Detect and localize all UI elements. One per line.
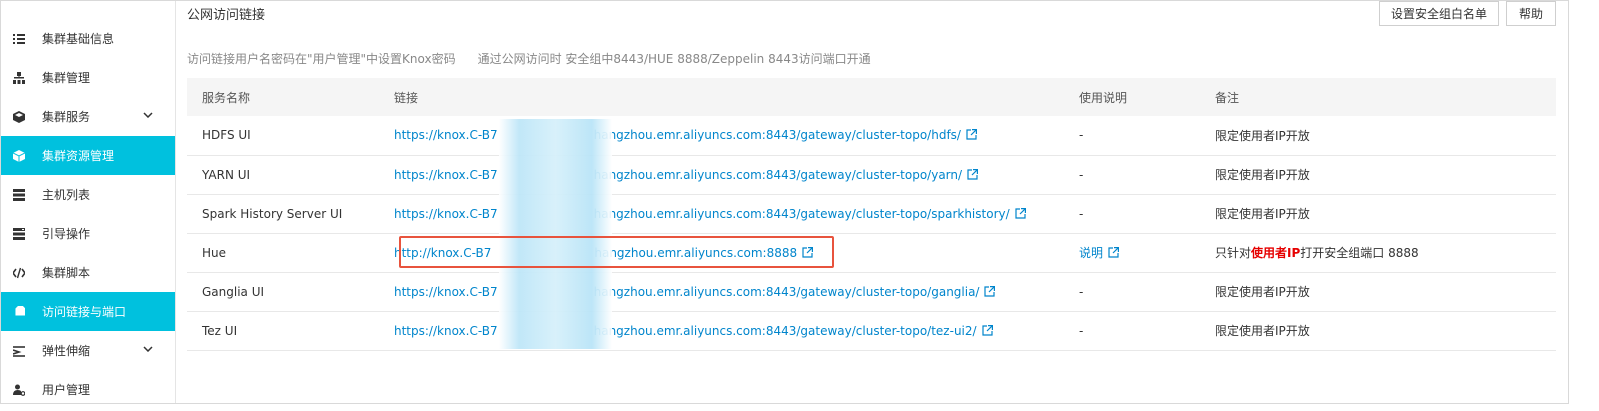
- hierarchy-icon: [12, 71, 26, 85]
- page-title: 公网访问链接: [187, 8, 266, 23]
- external-link-icon[interactable]: [967, 168, 979, 180]
- help-button[interactable]: 帮助: [1506, 1, 1556, 26]
- knox-password-note: 访问链接用户名密码在"用户管理"中设置Knox密码: [187, 52, 456, 66]
- sidebar-item-cluster-scripts[interactable]: 集群脚本: [1, 253, 175, 292]
- port-note: 通过公网访问时 安全组中8443/HUE 8888/Zeppelin 8443访…: [477, 52, 871, 66]
- service-name: HDFS UI: [187, 116, 394, 156]
- sidebar-item-label: 集群资源管理: [42, 149, 115, 163]
- sidebar-item-label: 集群脚本: [42, 266, 91, 280]
- list-icon: [12, 32, 26, 46]
- usage-cell: -: [1079, 194, 1215, 234]
- highlight-box: [399, 236, 834, 268]
- access-links-table: 服务名称 链接 使用说明 备注 HDFS UI https://knox.C-B…: [187, 78, 1556, 351]
- sidebar-item-label: 弹性伸缩: [42, 344, 91, 358]
- service-name: Tez UI: [187, 311, 394, 351]
- external-link-icon[interactable]: [966, 129, 977, 140]
- column-header-usage: 使用说明: [1079, 78, 1215, 116]
- table-row: HDFS UI https://knox.C-B7 hangzhou.emr.al…: [187, 116, 1556, 156]
- external-link-icon[interactable]: [1108, 247, 1120, 258]
- external-link-icon[interactable]: [1015, 207, 1026, 219]
- sidebar-item-label: 主机列表: [42, 188, 91, 202]
- usage-link[interactable]: 说明: [1079, 246, 1103, 260]
- link-suffix: hangzhou.emr.aliyuncs.com:8443/gateway/c…: [593, 323, 977, 338]
- link-suffix: hangzhou.emr.aliyuncs.com:8443/gateway/c…: [593, 167, 963, 182]
- sidebar-item-cluster-services[interactable]: 集群服务: [1, 97, 175, 136]
- note-cell: 限定使用者IP开放: [1215, 116, 1556, 156]
- link-suffix: hangzhou.emr.aliyuncs.com:8443/gateway/c…: [593, 128, 961, 143]
- note-cell: 限定使用者IP开放: [1215, 311, 1556, 351]
- user-gear-icon: [12, 383, 26, 397]
- usage-cell: -: [1079, 116, 1215, 156]
- usage-cell: -: [1079, 155, 1215, 195]
- chevron-down-icon[interactable]: [143, 110, 153, 120]
- note-cell: 限定使用者IP开放: [1215, 272, 1556, 312]
- access-notice: 访问链接用户名密码在"用户管理"中设置Knox密码 通过公网访问时 安全组中844…: [187, 50, 871, 67]
- note-emphasis: 使用者IP: [1251, 246, 1301, 260]
- service-name: Spark History Server UI: [187, 194, 394, 234]
- usage-cell: -: [1079, 311, 1215, 351]
- sidebar-item-label: 集群服务: [42, 110, 91, 124]
- link-prefix: https://knox.C-B7: [394, 206, 498, 221]
- column-header-note: 备注: [1215, 78, 1556, 116]
- sidebar-item-label: 访问链接与端口: [42, 305, 127, 319]
- main-content: 公网访问链接 设置安全组白名单 帮助 访问链接用户名密码在"用户管理"中设置Kn…: [176, 1, 1568, 403]
- sidebar-item-label: 集群基础信息: [42, 32, 115, 46]
- table-row: Spark History Server UI https://knox.C-B…: [187, 194, 1556, 234]
- link-suffix: hangzhou.emr.aliyuncs.com:8443/gateway/c…: [593, 206, 1010, 221]
- server-icon: [12, 188, 26, 202]
- sidebar-item-host-list[interactable]: 主机列表: [1, 175, 175, 214]
- service-name: Hue: [187, 233, 394, 273]
- link-prefix: https://knox.C-B7: [394, 167, 498, 182]
- redaction-blur: [499, 119, 612, 349]
- service-name: YARN UI: [187, 155, 394, 195]
- sidebar-item-cluster-management[interactable]: 集群管理: [1, 58, 175, 97]
- sidebar-item-user-management[interactable]: 用户管理: [1, 370, 175, 403]
- column-header-link: 链接: [394, 78, 1079, 116]
- sidebar-item-label: 集群管理: [42, 71, 91, 85]
- column-header-service-name: 服务名称: [187, 78, 394, 116]
- link-prefix: https://knox.C-B7: [394, 284, 498, 299]
- service-link[interactable]: https://knox.C-B7 hangzhou.emr.aliyuncs.c…: [394, 285, 979, 299]
- sidebar-item-label: 用户管理: [42, 383, 91, 397]
- code-icon: [12, 266, 26, 280]
- scale-icon: [12, 344, 26, 358]
- sidebar-item-bootstrap[interactable]: 引导操作: [1, 214, 175, 253]
- link-suffix: hangzhou.emr.aliyuncs.com:8443/gateway/c…: [593, 284, 980, 299]
- note-prefix: 只针对: [1215, 246, 1252, 260]
- link-prefix: https://knox.C-B7: [394, 323, 498, 338]
- service-link[interactable]: https://knox.C-B7 hangzhou.emr.aliyuncs.c…: [394, 324, 977, 338]
- sidebar: 集群基础信息 集群管理 集群服务 集群资源管理 主机列表 引导操作 集群脚本 访…: [1, 1, 176, 403]
- tag-icon: [12, 305, 26, 319]
- note-cell: 限定使用者IP开放: [1215, 194, 1556, 234]
- table-row: Ganglia UI https://knox.C-B7 hangzhou.emr…: [187, 272, 1556, 312]
- table-header-row: 服务名称 链接 使用说明 备注: [187, 78, 1556, 116]
- table-row: Tez UI https://knox.C-B7 hangzhou.emr.ali…: [187, 311, 1556, 351]
- service-link[interactable]: https://knox.C-B7 hangzhou.emr.aliyuncs.c…: [394, 168, 962, 182]
- service-name: Ganglia UI: [187, 272, 394, 312]
- sidebar-item-access-links[interactable]: 访问链接与端口: [1, 292, 175, 331]
- box-icon: [12, 149, 26, 163]
- sidebar-item-auto-scaling[interactable]: 弹性伸缩: [1, 331, 175, 370]
- usage-cell: -: [1079, 272, 1215, 312]
- app-window: 集群基础信息 集群管理 集群服务 集群资源管理 主机列表 引导操作 集群脚本 访…: [0, 0, 1569, 404]
- set-security-whitelist-button[interactable]: 设置安全组白名单: [1379, 1, 1499, 26]
- note-suffix: 打开安全组端口 8888: [1300, 246, 1419, 260]
- sidebar-item-resource-management[interactable]: 集群资源管理: [1, 136, 175, 175]
- note-cell: 只针对使用者IP打开安全组端口 8888: [1215, 233, 1556, 273]
- chevron-down-icon[interactable]: [143, 344, 153, 354]
- service-link[interactable]: https://knox.C-B7 hangzhou.emr.aliyuncs.c…: [394, 207, 1010, 221]
- external-link-icon[interactable]: [981, 324, 993, 336]
- service-link[interactable]: https://knox.C-B7 hangzhou.emr.aliyuncs.c…: [394, 128, 961, 142]
- note-cell: 限定使用者IP开放: [1215, 155, 1556, 195]
- link-prefix: https://knox.C-B7: [394, 128, 498, 143]
- table-row: Hue http://knox.C-B7 hangzhou.emr.aliyunc…: [187, 233, 1556, 273]
- table-row: YARN UI https://knox.C-B7 hangzhou.emr.al…: [187, 155, 1556, 195]
- bootstrap-icon: [12, 227, 26, 241]
- external-link-icon[interactable]: [984, 285, 996, 297]
- sidebar-item-label: 引导操作: [42, 227, 91, 241]
- cube-icon: [12, 110, 26, 124]
- sidebar-item-cluster-info[interactable]: 集群基础信息: [1, 19, 175, 58]
